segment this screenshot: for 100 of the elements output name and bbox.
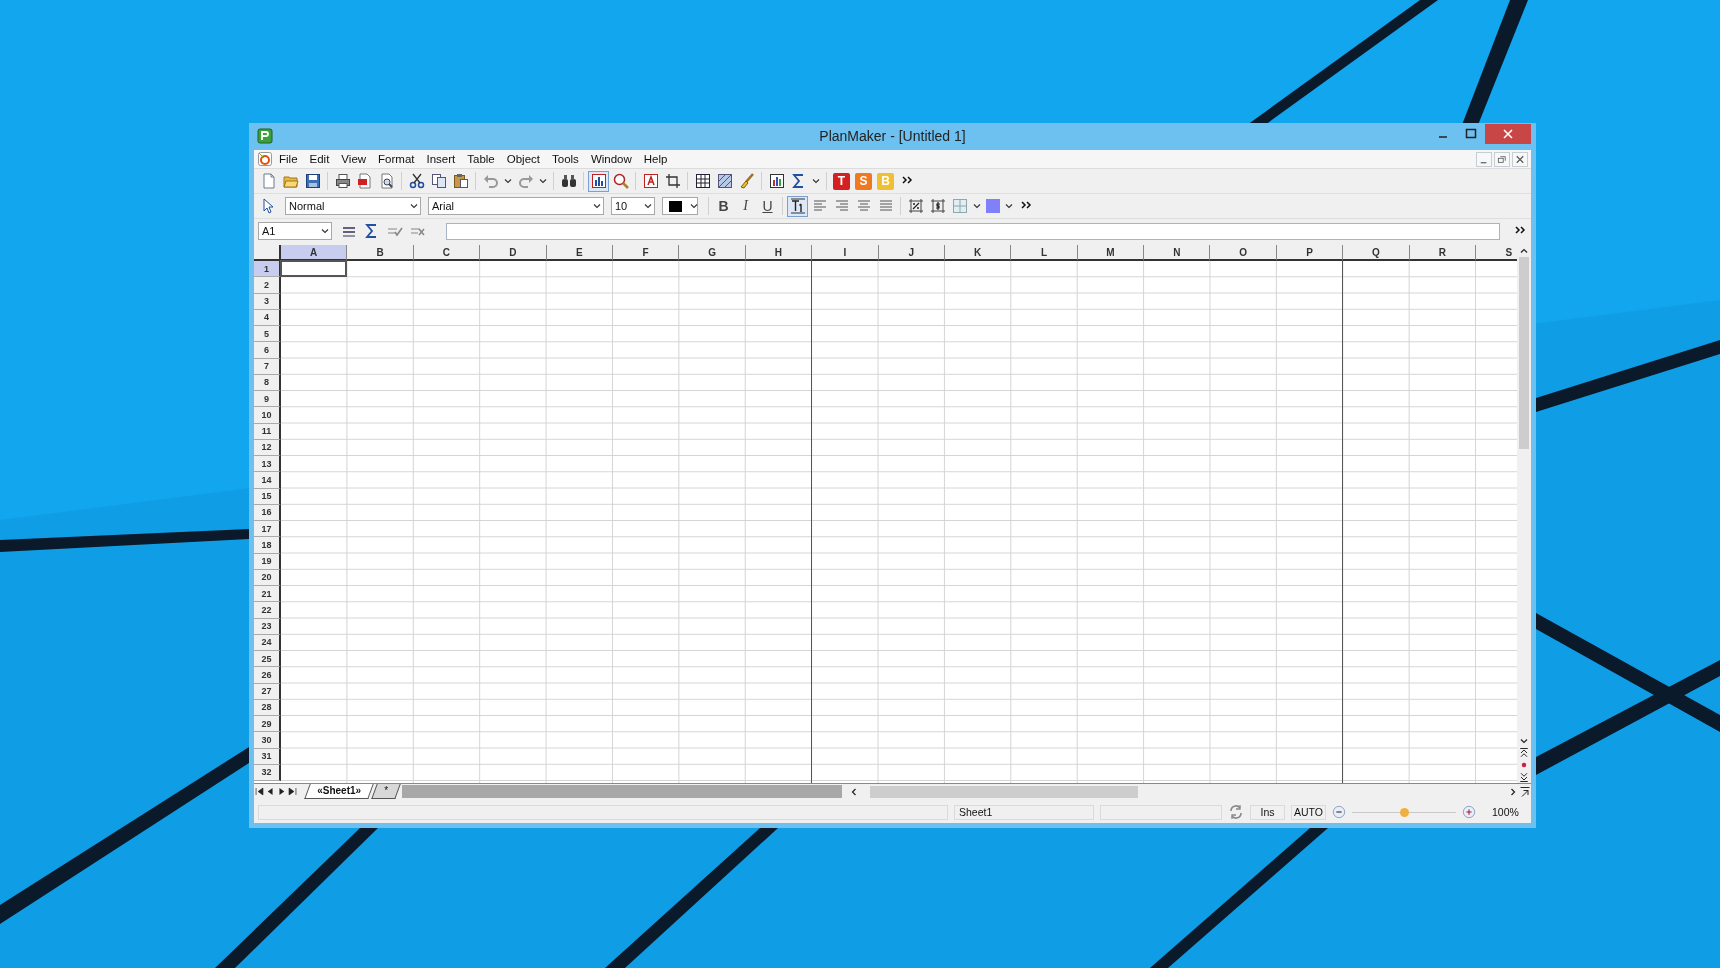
column-header[interactable]: O bbox=[1210, 245, 1277, 261]
brush-icon[interactable] bbox=[738, 173, 755, 189]
cell-grid[interactable] bbox=[281, 261, 1517, 783]
scrollbar-thumb[interactable] bbox=[869, 786, 1138, 798]
scissors-icon[interactable] bbox=[408, 173, 425, 189]
magnifier-icon[interactable] bbox=[612, 173, 629, 189]
mdi-close-icon[interactable] bbox=[1512, 151, 1528, 167]
column-header[interactable]: A bbox=[281, 245, 348, 261]
active-cell[interactable] bbox=[280, 260, 348, 278]
page-up-icon[interactable] bbox=[1518, 747, 1530, 759]
sheet-tab[interactable]: * bbox=[371, 784, 401, 799]
menu-item[interactable]: Help bbox=[637, 151, 674, 167]
hatch-icon[interactable] bbox=[716, 173, 733, 189]
zoom-out-icon[interactable] bbox=[1332, 805, 1346, 819]
column-header[interactable]: H bbox=[745, 245, 813, 261]
chart-frame-icon[interactable] bbox=[590, 173, 607, 189]
menu-item[interactable]: Table bbox=[461, 151, 501, 167]
row-header[interactable]: 13 bbox=[254, 456, 281, 473]
menu-item[interactable]: Tools bbox=[546, 151, 585, 167]
crop-icon[interactable] bbox=[664, 173, 681, 189]
column-header[interactable]: F bbox=[612, 245, 680, 261]
previous-sheet-icon[interactable] bbox=[265, 786, 276, 797]
paste-icon[interactable] bbox=[452, 173, 469, 189]
row-header[interactable]: 9 bbox=[254, 391, 281, 408]
row-header[interactable]: 21 bbox=[254, 586, 281, 603]
column-header[interactable]: G bbox=[679, 245, 746, 261]
text-position-icon[interactable] bbox=[789, 198, 806, 214]
column-header[interactable]: M bbox=[1077, 245, 1145, 261]
menu-item[interactable]: Window bbox=[584, 151, 638, 167]
formula-input[interactable] bbox=[446, 222, 1500, 240]
grid-icon[interactable] bbox=[694, 173, 711, 189]
row-header[interactable]: 30 bbox=[254, 732, 281, 749]
row-header[interactable]: 22 bbox=[254, 602, 281, 619]
column-header[interactable]: C bbox=[413, 245, 481, 261]
zoom-slider-thumb[interactable] bbox=[1400, 807, 1409, 817]
column-header[interactable]: K bbox=[944, 245, 1012, 261]
row-header[interactable]: 18 bbox=[254, 537, 281, 554]
row-header[interactable]: 26 bbox=[254, 667, 281, 684]
preview-icon[interactable] bbox=[378, 173, 395, 189]
italic-button[interactable]: I bbox=[735, 195, 756, 217]
pdf-icon[interactable] bbox=[356, 173, 373, 189]
select-all-corner[interactable] bbox=[254, 245, 281, 261]
insert-mode-field[interactable]: Ins bbox=[1250, 804, 1285, 820]
new-document-icon[interactable] bbox=[260, 173, 277, 189]
row-header[interactable]: 17 bbox=[254, 521, 281, 538]
underline-button[interactable]: U bbox=[757, 195, 778, 217]
printer-icon[interactable] bbox=[334, 173, 351, 189]
column-header[interactable]: B bbox=[347, 245, 414, 261]
row-header[interactable]: 14 bbox=[254, 472, 281, 489]
currency-format-icon[interactable] bbox=[929, 198, 946, 214]
calculation-mode-field[interactable]: AUTO bbox=[1291, 804, 1326, 820]
folder-icon[interactable] bbox=[282, 173, 299, 189]
row-header[interactable]: 2 bbox=[254, 277, 281, 294]
next-sheet-icon[interactable] bbox=[276, 786, 287, 797]
menu-item[interactable]: Format bbox=[372, 151, 421, 167]
page-down-icon[interactable] bbox=[1518, 771, 1530, 783]
launcher-button[interactable]: T bbox=[833, 172, 850, 190]
restore-icon[interactable] bbox=[1494, 151, 1510, 167]
text-frame-icon[interactable] bbox=[642, 173, 659, 189]
column-header[interactable]: D bbox=[480, 245, 547, 261]
column-header[interactable]: Q bbox=[1343, 245, 1410, 261]
row-header[interactable]: 10 bbox=[254, 407, 281, 424]
binoculars-icon[interactable] bbox=[560, 173, 577, 189]
column-header[interactable]: R bbox=[1409, 245, 1477, 261]
text-color-dropdown[interactable] bbox=[662, 197, 698, 215]
row-header[interactable]: 6 bbox=[254, 342, 281, 359]
sheet-tab[interactable]: «Sheet1» bbox=[304, 784, 374, 799]
font-dropdown[interactable]: Arial bbox=[428, 197, 604, 215]
column-header[interactable]: P bbox=[1276, 245, 1344, 261]
refresh-icon[interactable] bbox=[1228, 804, 1244, 820]
corner-icon[interactable] bbox=[1519, 785, 1531, 798]
save-icon[interactable] bbox=[304, 173, 321, 189]
row-header[interactable]: 25 bbox=[254, 651, 281, 668]
chart-icon[interactable] bbox=[768, 173, 785, 189]
percent-format-icon[interactable] bbox=[907, 198, 924, 214]
style-dropdown[interactable]: Normal bbox=[285, 197, 421, 215]
bold-button[interactable]: B bbox=[713, 195, 734, 217]
column-header[interactable]: J bbox=[878, 245, 945, 261]
last-sheet-icon[interactable] bbox=[287, 786, 298, 797]
menu-item[interactable]: Object bbox=[500, 151, 546, 167]
first-sheet-icon[interactable] bbox=[254, 786, 265, 797]
font-size-dropdown[interactable]: 10 bbox=[611, 197, 655, 215]
cell-reference-box[interactable]: A1 bbox=[258, 222, 332, 240]
row-header[interactable]: 5 bbox=[254, 326, 281, 343]
column-header[interactable]: S bbox=[1476, 245, 1517, 261]
zoom-in-icon[interactable] bbox=[1462, 805, 1476, 819]
scrollbar-thumb[interactable] bbox=[1519, 257, 1529, 449]
column-header[interactable]: L bbox=[1011, 245, 1078, 261]
menu-item[interactable]: File bbox=[273, 151, 304, 167]
menu-item[interactable]: Insert bbox=[420, 151, 462, 167]
app-icon[interactable] bbox=[257, 151, 273, 167]
column-header[interactable]: N bbox=[1144, 245, 1211, 261]
menu-item[interactable]: View bbox=[335, 151, 373, 167]
fill-color-swatch[interactable] bbox=[986, 199, 1000, 213]
row-header[interactable]: 1 bbox=[254, 261, 281, 278]
row-header[interactable]: 29 bbox=[254, 716, 281, 733]
menu-item[interactable]: Edit bbox=[303, 151, 336, 167]
column-header[interactable]: E bbox=[546, 245, 613, 261]
copy-icon[interactable] bbox=[430, 173, 447, 189]
column-header[interactable]: I bbox=[812, 245, 879, 261]
